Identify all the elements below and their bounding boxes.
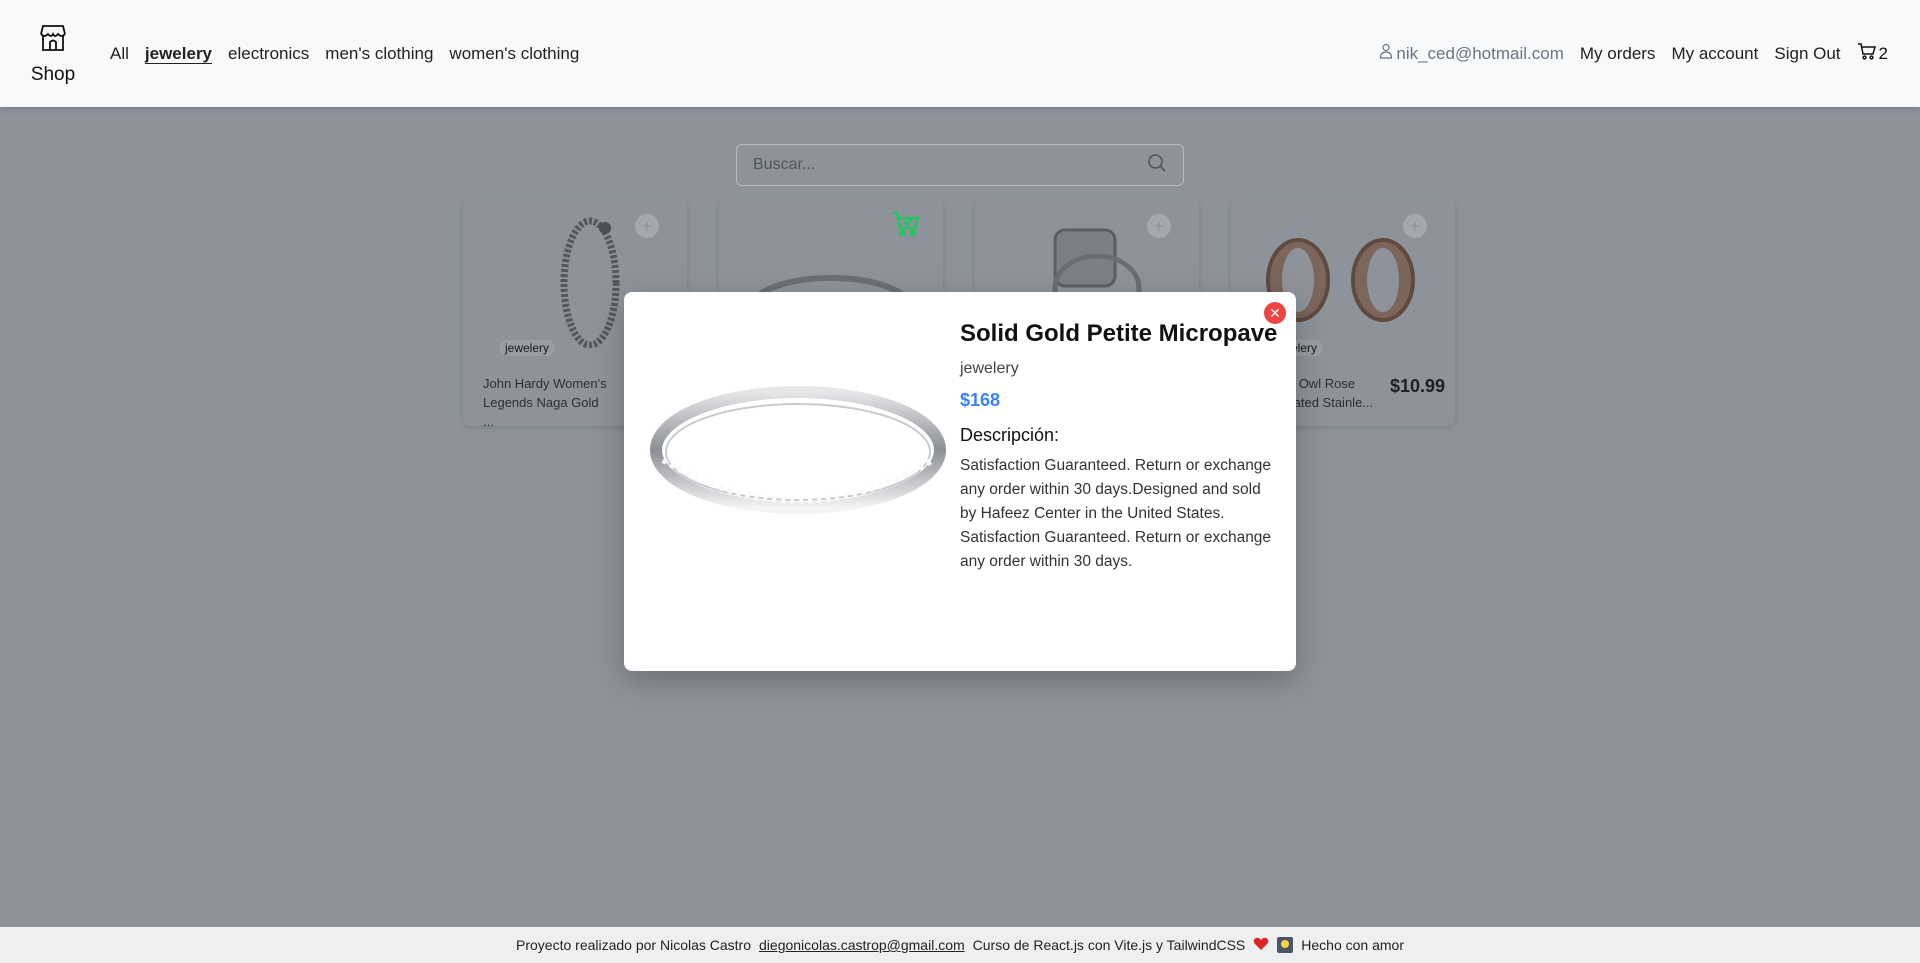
in-cart-icon[interactable] bbox=[891, 210, 921, 238]
search-icon[interactable] bbox=[1147, 153, 1167, 178]
nav-link-electronics[interactable]: electronics bbox=[228, 44, 309, 64]
description-label: Descripción: bbox=[960, 425, 1060, 445]
product-detail-title: Solid Gold Petite Micropave bbox=[960, 320, 1278, 347]
search-bar bbox=[736, 144, 1184, 186]
brand-label: Shop bbox=[30, 64, 76, 85]
nav-link-jewelery[interactable]: jewelery bbox=[145, 44, 212, 64]
footer-made-with: Hecho con amor bbox=[1301, 937, 1404, 953]
heart-icon bbox=[1253, 937, 1269, 954]
emoji-icon bbox=[1277, 937, 1294, 953]
nav-link-womens-clothing[interactable]: women's clothing bbox=[449, 44, 579, 64]
footer-credit: Proyecto realizado por Nicolas Castro bbox=[516, 937, 752, 953]
store-icon bbox=[36, 21, 70, 60]
category-nav: All jewelery electronics men's clothing … bbox=[110, 44, 579, 64]
account-nav: nik_ced@hotmail.com My orders My account… bbox=[1379, 42, 1888, 65]
product-price: $10.99 bbox=[1389, 376, 1445, 396]
add-to-cart-button[interactable]: + bbox=[1147, 214, 1171, 238]
product-title: John Hardy Women's Legends Naga Gold ... bbox=[483, 376, 607, 429]
nav-link-mens-clothing[interactable]: men's clothing bbox=[325, 44, 433, 64]
product-detail-modal: ✕ Solid Gold Petite Micropave jewelery $… bbox=[624, 292, 1296, 671]
my-account-link[interactable]: My account bbox=[1671, 44, 1758, 64]
cart-count: 2 bbox=[1878, 43, 1888, 63]
product-detail-body: Solid Gold Petite Micropave jewelery $16… bbox=[960, 318, 1278, 574]
product-detail-price: $168 bbox=[960, 390, 1001, 410]
add-to-cart-button[interactable]: + bbox=[1403, 214, 1427, 238]
top-navbar: Shop All jewelery electronics men's clot… bbox=[0, 0, 1920, 107]
brand[interactable]: Shop bbox=[30, 21, 76, 86]
user-email: nik_ced@hotmail.com bbox=[1379, 43, 1564, 64]
product-detail-image bbox=[650, 386, 946, 514]
product-category: jewelery bbox=[499, 340, 556, 356]
user-email-text: nik_ced@hotmail.com bbox=[1396, 43, 1564, 63]
nav-link-all[interactable]: All bbox=[110, 44, 129, 64]
footer-course: Curso de React.js con Vite.js y Tailwind… bbox=[972, 937, 1246, 953]
product-detail-category: jewelery bbox=[960, 360, 1019, 377]
footer: Proyecto realizado por Nicolas Castro di… bbox=[0, 927, 1920, 963]
cart-icon bbox=[1857, 42, 1877, 65]
search-input[interactable] bbox=[753, 156, 1147, 174]
footer-email-link[interactable]: diegonicolas.castrop@gmail.com bbox=[759, 937, 965, 953]
my-orders-link[interactable]: My orders bbox=[1580, 44, 1656, 64]
product-description: Satisfaction Guaranteed. Return or excha… bbox=[960, 457, 1272, 570]
user-icon bbox=[1379, 43, 1393, 64]
cart-button[interactable]: 2 bbox=[1857, 42, 1888, 65]
add-to-cart-button[interactable]: + bbox=[635, 214, 659, 238]
sign-out-link[interactable]: Sign Out bbox=[1774, 44, 1840, 64]
